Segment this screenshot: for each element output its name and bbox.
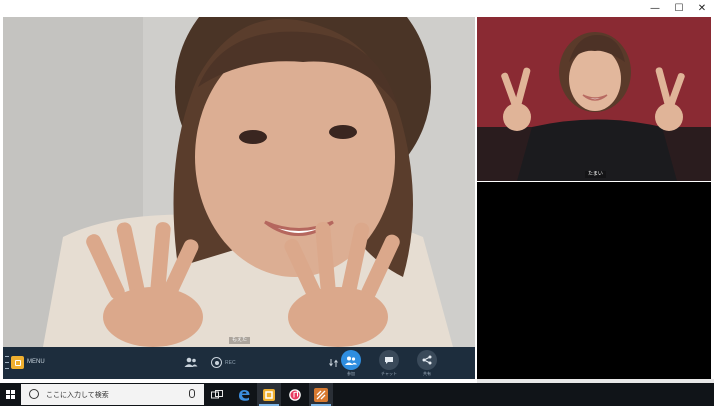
task-view-icon <box>211 389 223 398</box>
chat-label: チャット <box>381 371 397 376</box>
participants-button[interactable] <box>341 350 361 370</box>
video-call-window: — ☐ ✕ もえた MENU REC 参加 チャット 共有 たまい ここに入力し… <box>0 0 714 406</box>
main-participant-name: もえた <box>229 337 251 344</box>
taskbar-app-2[interactable] <box>309 383 333 406</box>
microphone-icon[interactable] <box>189 389 195 398</box>
main-video-image <box>3 17 475 347</box>
taskbar-music[interactable] <box>283 383 307 406</box>
title-bar: — ☐ ✕ <box>0 0 714 17</box>
taskbar-edge[interactable] <box>232 383 256 406</box>
search-placeholder: ここに入力して検索 <box>46 391 109 399</box>
menu-label[interactable]: MENU <box>27 359 45 365</box>
call-controls-bar: MENU REC 参加 チャット 共有 <box>3 347 475 379</box>
app-icon-2 <box>314 387 328 402</box>
side-video-feed[interactable]: たまい <box>477 17 711 181</box>
music-icon <box>289 388 301 401</box>
minimize-icon: — <box>650 3 660 14</box>
participants-label: 参加 <box>347 371 355 376</box>
main-video-feed[interactable]: もえた <box>3 17 475 347</box>
windows-taskbar: ここに入力して検索 <box>0 383 714 406</box>
record-icon[interactable] <box>211 357 222 368</box>
chat-button[interactable] <box>379 350 399 370</box>
hamburger-icon[interactable] <box>3 356 10 369</box>
side-video-image <box>477 17 711 181</box>
side-participant-name: たまい <box>585 171 606 178</box>
task-view-button[interactable] <box>205 383 229 406</box>
close-button[interactable]: ✕ <box>690 0 714 17</box>
close-icon: ✕ <box>697 3 707 14</box>
share-label: 共有 <box>423 371 431 376</box>
minimize-button[interactable]: — <box>643 0 667 17</box>
participants-icon <box>345 356 357 365</box>
start-button[interactable] <box>0 383 20 406</box>
maximize-icon: ☐ <box>674 3 684 14</box>
maximize-button[interactable]: ☐ <box>667 0 691 17</box>
people-icon[interactable] <box>184 357 198 368</box>
share-icon <box>422 355 432 365</box>
edge-icon <box>239 389 250 401</box>
chat-icon <box>385 356 393 364</box>
windows-start-icon <box>5 390 15 399</box>
share-button[interactable] <box>417 350 437 370</box>
swap-camera-icon[interactable] <box>329 358 338 368</box>
taskbar-app[interactable] <box>257 383 281 406</box>
search-icon <box>29 389 39 399</box>
empty-video-slot <box>477 182 711 379</box>
taskbar-search-input[interactable]: ここに入力して検索 <box>21 384 204 405</box>
rec-label[interactable]: REC <box>225 360 236 366</box>
app-icon <box>263 388 275 401</box>
menu-app-icon[interactable] <box>11 356 24 369</box>
